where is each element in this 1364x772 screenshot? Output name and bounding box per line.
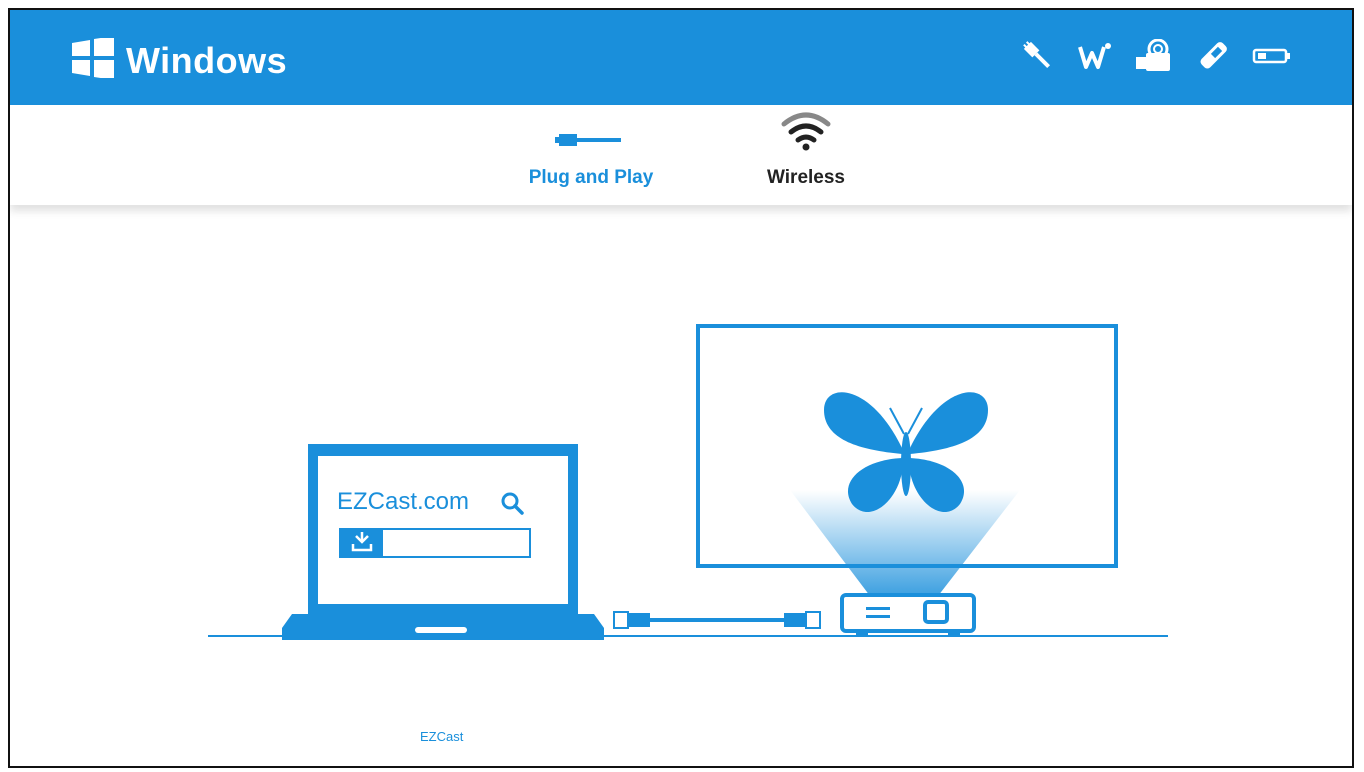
header-bar: Windows bbox=[10, 10, 1352, 105]
laptop bbox=[282, 444, 604, 640]
status-icons bbox=[998, 38, 1292, 74]
battery-icon bbox=[1252, 46, 1292, 66]
brand: Windows bbox=[72, 36, 288, 83]
connection-tabs: Plug and Play Wireless bbox=[10, 105, 1352, 205]
projector-device bbox=[840, 593, 976, 635]
download-bar-label: EZCast bbox=[420, 729, 464, 744]
wifi-icon bbox=[781, 110, 831, 157]
usb-cable-icon bbox=[555, 130, 627, 157]
tab-plug-and-play-label: Plug and Play bbox=[528, 167, 654, 188]
tab-plug-and-play[interactable]: Plug and Play bbox=[506, 105, 676, 205]
setup-diagram bbox=[208, 324, 1168, 640]
usb-stick-icon[interactable] bbox=[1196, 38, 1230, 74]
usb-cable bbox=[613, 611, 821, 629]
laptop-site-url: EZCast.com bbox=[337, 488, 470, 515]
tab-wireless-label: Wireless bbox=[767, 167, 845, 188]
plug-and-play-illustration: EZCast.com EZCast bbox=[10, 205, 1352, 766]
wifi-wave-icon[interactable] bbox=[1078, 41, 1112, 71]
page-title: Windows bbox=[126, 39, 288, 81]
windows-logo-icon bbox=[72, 36, 114, 83]
wireless-dongle-icon[interactable] bbox=[1134, 39, 1174, 73]
usb-plug-icon[interactable] bbox=[1020, 38, 1056, 74]
tab-wireless[interactable]: Wireless bbox=[721, 105, 891, 205]
app-window: Windows Plug and Play Wireless EZCast.co… bbox=[8, 8, 1354, 768]
